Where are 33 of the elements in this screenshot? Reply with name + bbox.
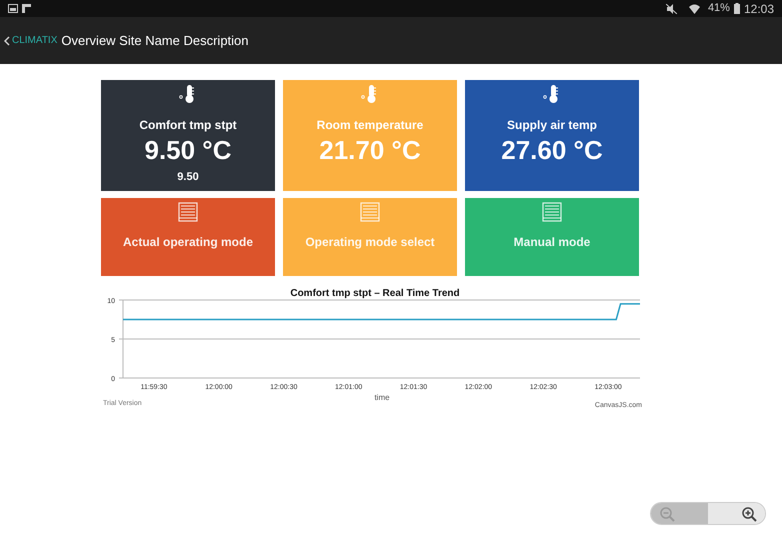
image-icon [8,4,18,13]
chart-title: Comfort tmp stpt – Real Time Trend [290,288,460,299]
tile-label: Operating mode select [305,234,435,251]
axis-title: time [374,393,390,402]
zoom-in-icon [741,506,757,522]
tile-label: Manual mode [514,234,590,251]
tile-label: Comfort tmp stpt [139,117,237,134]
flag-icon [22,4,31,13]
battery-icon [734,3,740,14]
window-blind-icon [360,202,380,222]
value-tile[interactable]: Supply air temp 27.60 °C [465,80,639,191]
tile-value: 9.50 °C [144,134,232,166]
tile-value: 21.70 °C [319,134,421,166]
tile-subvalue: 9.50 [177,170,199,185]
zoom-out-icon [659,506,675,522]
zoom-in-button[interactable] [708,503,765,524]
value-tile[interactable]: Room temperature 21.70 °C [283,80,457,191]
tile-value: 27.60 °C [501,134,603,166]
page-title: Overview Site Name Description [61,32,249,50]
window-blind-icon [178,202,198,222]
value-tile[interactable]: Comfort tmp stpt 9.50 °C 9.50 [101,80,275,191]
chevron-left-icon [4,36,10,46]
mode-tile[interactable]: Actual operating mode [101,198,275,276]
wifi-icon [688,4,700,14]
mode-tile[interactable]: Manual mode [465,198,639,276]
window-blind-icon [542,202,562,222]
back-button[interactable]: CLIMATIX [4,33,58,48]
tile-label: Actual operating mode [122,234,253,251]
clock: 12:03 [744,0,774,18]
mute-icon [666,4,677,14]
tile-label: Room temperature [316,117,424,134]
battery-percent: 41% [708,1,730,16]
tile-label: Supply air temp [506,117,598,134]
